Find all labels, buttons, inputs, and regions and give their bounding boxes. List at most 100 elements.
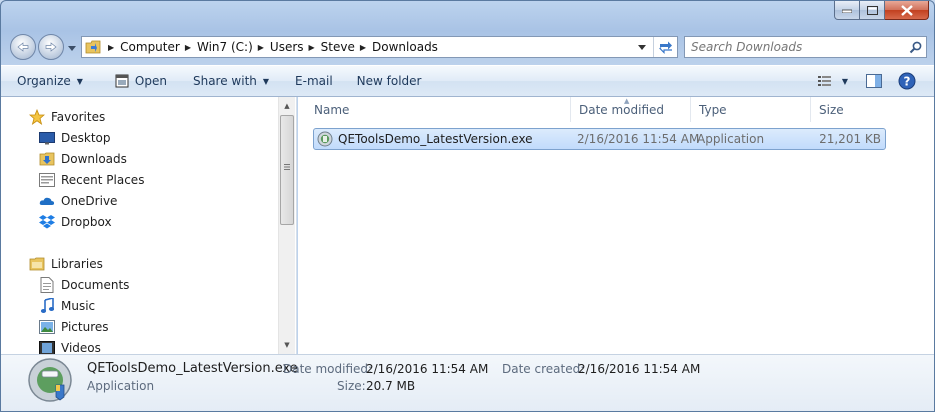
nav-item-desktop[interactable]: Desktop — [39, 127, 111, 148]
explorer-window: ▶ Computer ▶ Win7 (C:) ▶ Users ▶ Steve ▶… — [0, 0, 935, 412]
search-button[interactable] — [904, 41, 926, 54]
column-header-name[interactable]: Name — [306, 97, 571, 122]
chevron-down-icon: ▼ — [76, 76, 83, 86]
breadcrumb-separator-icon[interactable]: ▶ — [304, 43, 321, 52]
preview-pane-button[interactable] — [866, 66, 898, 96]
maximize-icon — [866, 5, 878, 15]
new-folder-label: New folder — [356, 74, 422, 88]
toolbar-view-controls: ▼ ? — [817, 66, 934, 96]
close-button[interactable] — [885, 1, 929, 20]
nav-item-label: Videos — [61, 340, 101, 355]
scroll-thumb[interactable] — [280, 115, 294, 225]
nav-item-label: Pictures — [61, 319, 109, 334]
nav-item-dropbox[interactable]: Dropbox — [39, 211, 112, 232]
forward-button[interactable] — [38, 34, 64, 60]
details-date-created-label: Date created: — [502, 362, 585, 376]
nav-item-music[interactable]: Music — [39, 295, 95, 316]
nav-favorites-header[interactable]: Favorites — [29, 106, 105, 127]
address-bar[interactable]: ▶ Computer ▶ Win7 (C:) ▶ Users ▶ Steve ▶… — [81, 36, 678, 58]
breadcrumb-steve[interactable]: Steve — [321, 40, 355, 54]
details-pane: QEToolsDemo_LatestVersion.exe Applicatio… — [1, 354, 934, 411]
breadcrumb-downloads[interactable]: Downloads — [372, 40, 438, 54]
breadcrumb-drive[interactable]: Win7 (C:) — [197, 40, 253, 54]
close-icon — [900, 4, 913, 16]
nav-item-label: OneDrive — [61, 193, 118, 208]
file-size: 21,201 KB — [819, 132, 881, 146]
details-date-created-value: 2/16/2016 11:54 AM — [578, 362, 701, 376]
recent-places-icon — [39, 172, 55, 188]
exe-file-icon — [317, 129, 333, 149]
nav-item-documents[interactable]: Documents — [39, 274, 129, 295]
caption-buttons — [834, 1, 929, 20]
breadcrumb-computer[interactable]: Computer — [120, 40, 180, 54]
libraries-icon — [29, 256, 45, 272]
chevron-down-icon: ▼ — [262, 76, 270, 86]
pictures-icon — [39, 319, 55, 335]
details-date-modified-value: 2/16/2016 11:54 AM — [366, 362, 489, 376]
address-history-dropdown[interactable] — [633, 37, 651, 57]
nav-item-label: Recent Places — [61, 172, 145, 187]
breadcrumb: ▶ Computer ▶ Win7 (C:) ▶ Users ▶ Steve ▶… — [103, 37, 438, 57]
navigation-pane: Favorites Desktop Downloads Recent Place… — [1, 97, 297, 355]
back-button[interactable] — [10, 34, 36, 60]
preview-pane-icon — [866, 74, 882, 88]
file-list: ▲ Name Date modified Type Size QEToolsDe… — [298, 97, 934, 354]
nav-item-label: Music — [61, 298, 96, 313]
navigation-scrollbar[interactable]: ▲ ▼ — [278, 97, 295, 354]
svg-text:?: ? — [904, 75, 911, 89]
breadcrumb-separator-icon[interactable]: ▶ — [180, 43, 197, 52]
column-header-date-modified[interactable]: Date modified — [571, 97, 691, 122]
refresh-button[interactable] — [653, 37, 677, 57]
minimize-button[interactable] — [834, 1, 860, 20]
organize-button[interactable]: Organize ▼ — [1, 66, 93, 96]
details-date-modified-label: Date modified: — [283, 362, 373, 376]
downloads-folder-icon — [39, 151, 55, 167]
breadcrumb-separator-icon[interactable]: ▶ — [355, 43, 372, 52]
command-bar: Organize ▼ Open Share with ▼ E-mail New … — [1, 65, 934, 97]
recent-pages-dropdown[interactable] — [67, 43, 77, 53]
nav-libraries-label: Libraries — [51, 256, 103, 271]
nav-item-label: Documents — [61, 277, 130, 292]
column-header-type[interactable]: Type — [691, 97, 811, 122]
file-name: QEToolsDemo_LatestVersion.exe — [338, 132, 533, 146]
nav-item-onedrive[interactable]: OneDrive — [39, 190, 117, 211]
search-box — [684, 36, 927, 58]
view-options-dropdown[interactable]: ▼ — [836, 66, 866, 96]
help-button[interactable]: ? — [898, 66, 934, 96]
breadcrumb-users[interactable]: Users — [270, 40, 304, 54]
documents-icon — [39, 276, 55, 293]
forward-arrow-icon — [45, 42, 57, 52]
details-size-value: 20.7 MB — [366, 379, 416, 393]
grip-icon — [284, 164, 290, 170]
nav-item-downloads[interactable]: Downloads — [39, 148, 127, 169]
nav-item-recent-places[interactable]: Recent Places — [39, 169, 144, 190]
desktop-icon — [39, 130, 55, 146]
scroll-up-arrow-icon[interactable]: ▲ — [279, 98, 295, 114]
nav-item-pictures[interactable]: Pictures — [39, 316, 109, 337]
minimize-icon — [842, 9, 852, 13]
nav-libraries-header[interactable]: Libraries — [29, 253, 103, 274]
email-button[interactable]: E-mail — [279, 66, 343, 96]
change-view-button[interactable] — [817, 66, 836, 96]
scroll-down-arrow-icon[interactable]: ▼ — [279, 337, 295, 353]
details-file-name: QEToolsDemo_LatestVersion.exe — [87, 361, 298, 376]
search-icon — [909, 41, 921, 53]
column-header-size[interactable]: Size — [811, 97, 891, 122]
exe-file-large-icon — [28, 358, 72, 402]
chevron-down-icon: ▼ — [841, 76, 848, 86]
file-type: Application — [697, 132, 765, 146]
dropbox-icon — [39, 214, 55, 230]
new-folder-button[interactable]: New folder — [343, 66, 432, 96]
search-input[interactable] — [691, 38, 904, 56]
share-with-label: Share with — [192, 74, 257, 88]
maximize-button[interactable] — [860, 1, 885, 20]
share-with-button[interactable]: Share with ▼ — [177, 66, 279, 96]
nav-item-label: Desktop — [61, 130, 111, 145]
onedrive-cloud-icon — [39, 193, 55, 209]
breadcrumb-separator-icon[interactable]: ▶ — [253, 43, 270, 52]
open-label: Open — [134, 74, 167, 88]
music-note-icon — [39, 297, 55, 314]
file-row[interactable]: QEToolsDemo_LatestVersion.exe 2/16/2016 … — [313, 128, 886, 150]
breadcrumb-separator-icon[interactable]: ▶ — [103, 43, 120, 52]
open-button[interactable]: Open — [93, 66, 177, 96]
